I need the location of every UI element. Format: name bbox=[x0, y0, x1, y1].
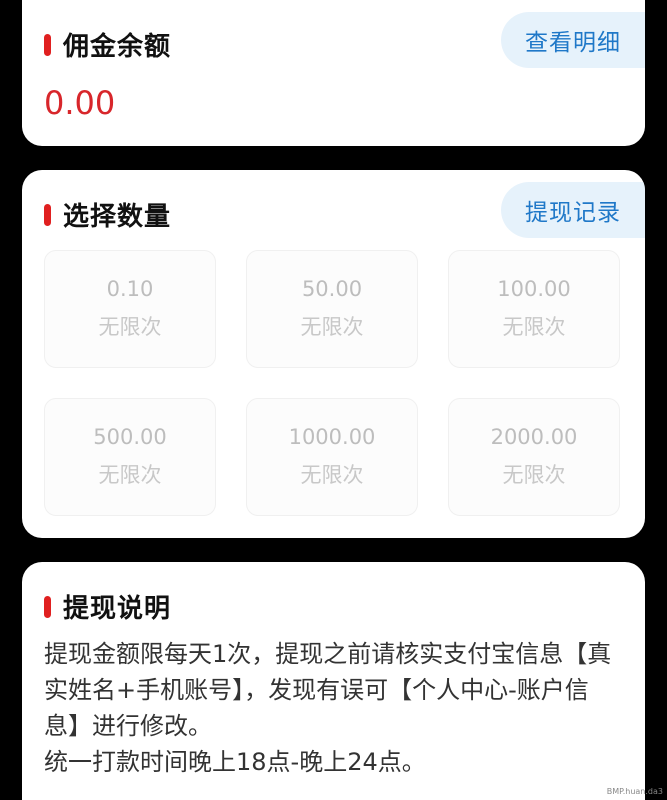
amount-option-limit: 无限次 bbox=[502, 315, 566, 339]
amount-option[interactable]: 50.00 无限次 bbox=[246, 250, 418, 368]
balance-title: 佣金余额 bbox=[44, 26, 171, 63]
notes-line: 统一打款时间晚上18点-晚上24点。 bbox=[44, 748, 426, 776]
amount-option-value: 2000.00 bbox=[490, 425, 578, 449]
notes-title: 提现说明 bbox=[44, 588, 171, 625]
title-accent-bar bbox=[44, 595, 51, 618]
withdraw-notes-card: 提现说明 提现金额限每天1次，提现之前请核实支付宝信息【真实姓名+手机账号】，发… bbox=[22, 562, 645, 800]
view-details-button[interactable]: 查看明细 bbox=[501, 12, 645, 68]
amount-option[interactable]: 500.00 无限次 bbox=[44, 398, 216, 516]
notes-title-text: 提现说明 bbox=[63, 594, 172, 624]
select-title: 选择数量 bbox=[44, 196, 171, 233]
select-amount-card: 选择数量 提现记录 0.10 无限次 50.00 无限次 100.00 无限次 … bbox=[22, 170, 645, 538]
title-accent-bar bbox=[44, 203, 51, 226]
amount-option[interactable]: 0.10 无限次 bbox=[44, 250, 216, 368]
amount-option-value: 100.00 bbox=[497, 277, 571, 301]
balance-amount: 0.00 bbox=[44, 84, 116, 122]
amount-option-value: 1000.00 bbox=[288, 425, 376, 449]
withdraw-records-button[interactable]: 提现记录 bbox=[501, 182, 645, 238]
notes-line: 提现金额限每天1次，提现之前请核实支付宝信息【真实姓名+手机账号】，发现有误可【… bbox=[44, 640, 612, 740]
amount-option-limit: 无限次 bbox=[300, 463, 364, 487]
amount-option-limit: 无限次 bbox=[300, 315, 364, 339]
balance-title-text: 佣金余额 bbox=[63, 32, 172, 62]
title-accent-bar bbox=[44, 33, 51, 56]
amount-option-limit: 无限次 bbox=[98, 463, 162, 487]
amount-option-value: 50.00 bbox=[301, 277, 363, 301]
amount-option[interactable]: 1000.00 无限次 bbox=[246, 398, 418, 516]
amount-option[interactable]: 2000.00 无限次 bbox=[448, 398, 620, 516]
watermark: BMP.huan.da3 bbox=[606, 787, 663, 796]
select-title-text: 选择数量 bbox=[63, 202, 172, 232]
amount-option-limit: 无限次 bbox=[98, 315, 162, 339]
notes-body: 提现金额限每天1次，提现之前请核实支付宝信息【真实姓名+手机账号】，发现有误可【… bbox=[44, 636, 624, 780]
amount-option[interactable]: 100.00 无限次 bbox=[448, 250, 620, 368]
amount-options-grid: 0.10 无限次 50.00 无限次 100.00 无限次 500.00 无限次… bbox=[44, 250, 620, 516]
amount-option-limit: 无限次 bbox=[502, 463, 566, 487]
amount-option-value: 0.10 bbox=[106, 277, 154, 301]
balance-card: 佣金余额 查看明细 0.00 bbox=[22, 0, 645, 146]
amount-option-value: 500.00 bbox=[93, 425, 167, 449]
